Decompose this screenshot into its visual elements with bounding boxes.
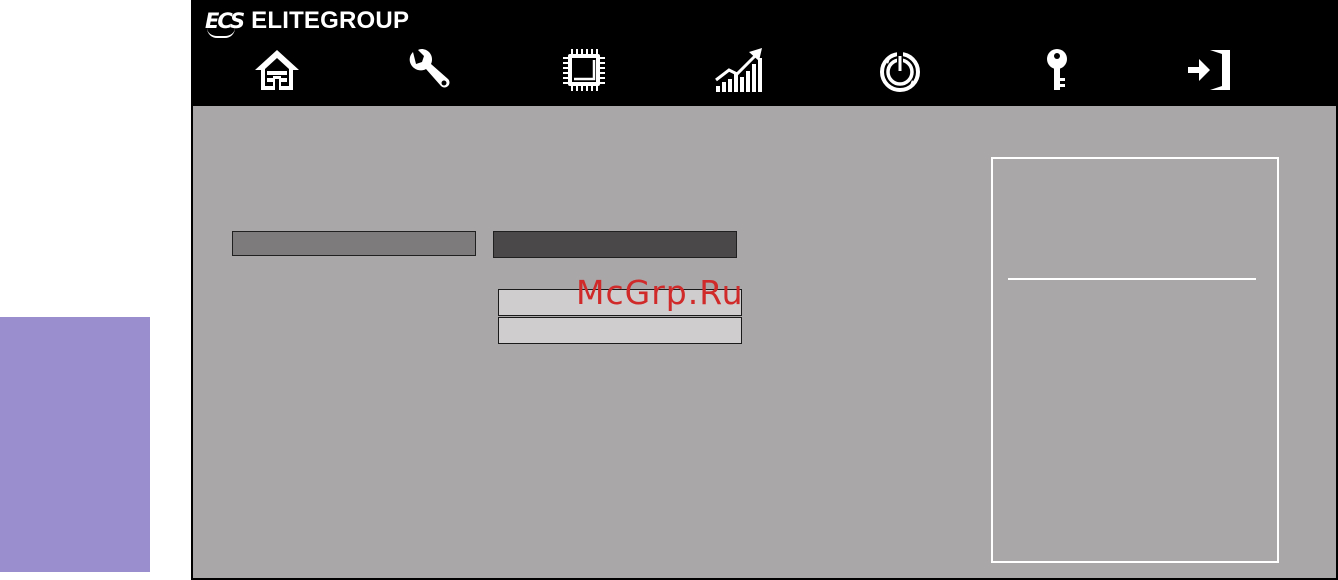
performance-chart-icon xyxy=(715,48,762,92)
brand-name: ELITEGROUP xyxy=(251,7,410,34)
ecs-logo: ECS xyxy=(205,9,245,38)
nav-boot[interactable] xyxy=(869,42,931,98)
setting-value-field[interactable] xyxy=(493,231,737,258)
brand: ECS ELITEGROUP xyxy=(205,6,410,38)
exit-icon xyxy=(1188,50,1230,90)
power-icon xyxy=(880,52,920,92)
dropdown-option-2[interactable] xyxy=(498,317,742,344)
nav-exit[interactable] xyxy=(1178,42,1240,98)
main-nav xyxy=(191,42,1338,98)
page: ECS ELITEGROUP McGrp.Ru xyxy=(0,0,1338,580)
chip-icon xyxy=(563,49,605,91)
nav-advanced[interactable] xyxy=(398,42,460,98)
side-color-block xyxy=(0,317,150,572)
wrench-icon xyxy=(409,48,450,88)
nav-home[interactable] xyxy=(246,42,308,98)
nav-chipset[interactable] xyxy=(553,42,615,98)
help-panel xyxy=(991,157,1279,563)
main-panel: McGrp.Ru xyxy=(191,104,1338,580)
watermark-text: McGrp.Ru xyxy=(576,273,744,312)
key-icon xyxy=(1047,49,1067,90)
help-divider xyxy=(1008,278,1256,280)
top-bar: ECS ELITEGROUP xyxy=(191,0,1338,106)
home-icon xyxy=(255,50,299,90)
setting-label-field[interactable] xyxy=(232,231,476,256)
nav-performance[interactable] xyxy=(709,42,771,98)
bios-window: ECS ELITEGROUP McGrp.Ru xyxy=(191,0,1338,580)
nav-security[interactable] xyxy=(1026,42,1088,98)
